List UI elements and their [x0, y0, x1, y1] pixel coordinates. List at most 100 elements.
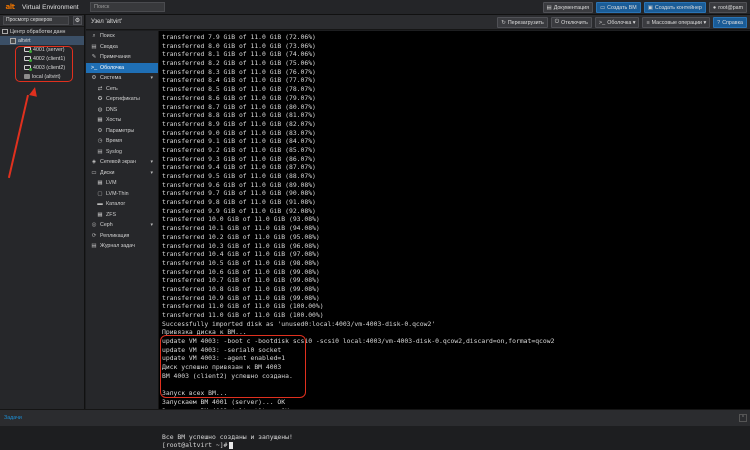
node-action-label: Оболочка ▾: [607, 19, 636, 26]
vm-highlight-annotation: [15, 46, 73, 82]
nav-item-label: DNS: [106, 106, 118, 113]
top-button-1[interactable]: ▭ Создать ВМ: [595, 2, 641, 13]
terminal-line: transferred 8.4 GiB of 11.0 GiB (77.07%): [162, 76, 750, 85]
node-action-button-0[interactable]: ↻ Перезагрузить: [497, 17, 548, 28]
clock-icon: ◷: [97, 138, 103, 145]
nav-item-label: Примечания: [100, 54, 131, 61]
nav-item-label: Syslog: [106, 148, 122, 155]
node-action-icon: ↻: [501, 19, 506, 26]
terminal-line-text: transferred 10.0 GiB of 11.0 GiB (93.08%…: [162, 215, 320, 224]
terminal-line-text: transferred 9.6 GiB of 11.0 GiB (89.08%): [162, 180, 316, 189]
terminal-line-text: transferred 7.9 GiB of 11.0 GiB (72.06%): [162, 33, 316, 41]
terminal-line-text: transferred 10.8 GiB of 11.0 GiB (99.08%…: [162, 284, 320, 293]
terminal-line-text: transferred 9.9 GiB of 11.0 GiB (92.08%): [162, 206, 316, 215]
terminal-line-text: transferred 8.7 GiB of 11.0 GiB (80.07%): [162, 102, 316, 111]
terminal-line-text: transferred 9.8 GiB of 11.0 GiB (91.08%): [162, 198, 316, 207]
nav-item-15[interactable]: ▢ LVM-Thin: [86, 189, 158, 200]
nav-item-label: Система: [100, 75, 122, 82]
top-button-2[interactable]: ▣ Создать контейнер: [643, 2, 706, 13]
tree-item-label: Центр обработки данн: [10, 28, 66, 35]
monitor-icon: ▭: [599, 4, 606, 11]
terminal-line-text: transferred 10.1 GiB of 11.0 GiB (94.08%…: [162, 224, 320, 233]
nav-item-8[interactable]: ▦ Хосты: [86, 115, 158, 126]
terminal-line-text: transferred 10.9 GiB of 11.0 GiB (99.08%…: [162, 293, 320, 302]
chevron-down-icon: ▾: [150, 169, 153, 176]
app-title: Virtual Environment: [22, 3, 79, 11]
terminal-line-text: [root@altvirt ~]#: [162, 441, 228, 450]
tree-item-label: altvirt: [18, 37, 31, 44]
node-action-button-1[interactable]: ⏻ Отключить: [550, 17, 592, 28]
terminal-line: transferred 10.9 GiB of 11.0 GiB (99.08%…: [162, 294, 750, 303]
terminal-line: transferred 9.6 GiB of 11.0 GiB (89.08%): [162, 181, 750, 190]
terminal-line: transferred 9.1 GiB of 11.0 GiB (84.07%): [162, 137, 750, 146]
nav-item-3[interactable]: >_ Оболочка: [86, 62, 158, 73]
top-button-3[interactable]: ● root@pam: [708, 2, 747, 13]
terminal-line-text: transferred 10.5 GiB of 11.0 GiB (98.08%…: [162, 258, 320, 267]
top-button-label: Создать контейнер: [654, 4, 702, 11]
notes-icon: ✎: [91, 54, 97, 61]
top-button-0[interactable]: ▤ Документация: [542, 2, 593, 13]
nav-item-9[interactable]: ⚙ Параметры: [86, 126, 158, 137]
nav-item-label: Поиск: [100, 33, 115, 40]
node-action-button-3[interactable]: ≡ Массовые операции ▾: [642, 17, 711, 28]
disk-icon: ▭: [91, 169, 97, 176]
terminal-line-text: transferred 10.4 GiB of 11.0 GiB (97.08%…: [162, 250, 320, 259]
terminal-line: transferred 7.9 GiB of 11.0 GiB (72.06%): [162, 33, 750, 42]
document-icon: ▤: [546, 4, 552, 11]
nav-item-4[interactable]: ⚙ Система ▾: [86, 73, 158, 84]
nav-item-2[interactable]: ✎ Примечания: [86, 52, 158, 63]
tree-settings-gear-icon[interactable]: ⚙: [73, 16, 82, 25]
terminal-cursor: [229, 441, 234, 449]
nav-item-7[interactable]: ◍ DNS: [86, 105, 158, 116]
nav-item-18[interactable]: ◎ Ceph ▾: [86, 220, 158, 231]
nav-item-5[interactable]: ⇄ Сеть: [86, 84, 158, 95]
nav-item-10[interactable]: ◷ Время: [86, 136, 158, 147]
nav-item-19[interactable]: ⟳ Репликация: [86, 231, 158, 242]
nav-item-label: Сетевой экран: [100, 159, 136, 166]
node-action-button-2[interactable]: >_ Оболочка ▾: [594, 17, 640, 28]
app-logo[interactable]: alt: [0, 0, 20, 15]
node-action-button-4[interactable]: ? Справка: [713, 17, 747, 28]
node-nav-menu: ⌕ Поиск ▤ Сводка ✎ Примечания >_ Оболочка ⚙ Систе…: [86, 31, 159, 409]
terminal-line-text: transferred 10.3 GiB of 11.0 GiB (96.08%…: [162, 241, 320, 250]
terminal-line: transferred 8.3 GiB of 11.0 GiB (76.07%): [162, 68, 750, 77]
search-input[interactable]: Поиск: [90, 2, 165, 12]
nav-item-label: LVM-Thin: [106, 190, 129, 197]
terminal-line-text: transferred 9.1 GiB of 11.0 GiB (84.07%): [162, 137, 316, 146]
terminal-line: transferred 8.7 GiB of 11.0 GiB (80.07%): [162, 103, 750, 112]
tasks-tab[interactable]: Задачи: [4, 415, 22, 421]
node-action-label: Перезагрузить: [507, 19, 544, 26]
nav-item-14[interactable]: ▦ LVM: [86, 178, 158, 189]
nav-item-label: ZFS: [106, 211, 117, 218]
expand-tasks-icon[interactable]: ⌃: [739, 414, 747, 422]
nav-item-17[interactable]: ▦ ZFS: [86, 210, 158, 221]
node-action-label: Отключить: [561, 19, 588, 26]
nav-item-6[interactable]: ✪ Сертификаты: [86, 94, 158, 105]
nav-item-label: LVM: [106, 180, 117, 187]
chevron-down-icon: ▾: [150, 159, 153, 166]
nav-item-label: Ceph: [100, 222, 113, 229]
nav-item-11[interactable]: ▤ Syslog: [86, 147, 158, 158]
terminal-line: transferred 10.1 GiB of 11.0 GiB (94.08%…: [162, 224, 750, 233]
terminal-icon: >_: [90, 64, 98, 71]
terminal-line: Successfully imported disk as 'unused0:l…: [162, 320, 750, 329]
terminal-line: transferred 10.3 GiB of 11.0 GiB (96.08%…: [162, 242, 750, 251]
tree-item-datacenter[interactable]: Центр обработки данн: [0, 27, 84, 36]
globe-icon: ◍: [97, 106, 103, 113]
nav-item-label: Репликация: [100, 232, 130, 239]
nav-item-12[interactable]: ◈ Сетевой экран ▾: [86, 157, 158, 168]
nav-item-label: Диски: [100, 169, 115, 176]
node-action-icon: ⏻: [554, 19, 560, 25]
view-select[interactable]: Просмотр серверов: [3, 16, 69, 25]
terminal-line: transferred 9.3 GiB of 11.0 GiB (86.07%): [162, 155, 750, 164]
tree-item-node[interactable]: altvirt: [0, 36, 84, 45]
nav-item-1[interactable]: ▤ Сводка: [86, 42, 158, 53]
nav-item-20[interactable]: ▤ Журнал задач: [86, 241, 158, 252]
nav-item-16[interactable]: ▬ Каталог: [86, 199, 158, 210]
node-action-icon: >_: [598, 19, 606, 26]
terminal-line-text: Successfully imported disk as 'unused0:l…: [162, 319, 436, 328]
nav-item-0[interactable]: ⌕ Поиск: [86, 31, 158, 42]
nav-item-13[interactable]: ▭ Диски ▾: [86, 168, 158, 179]
terminal-line-text: transferred 8.8 GiB of 11.0 GiB (81.07%): [162, 111, 316, 120]
terminal-line-text: transferred 10.2 GiB of 11.0 GiB (95.08%…: [162, 232, 320, 241]
